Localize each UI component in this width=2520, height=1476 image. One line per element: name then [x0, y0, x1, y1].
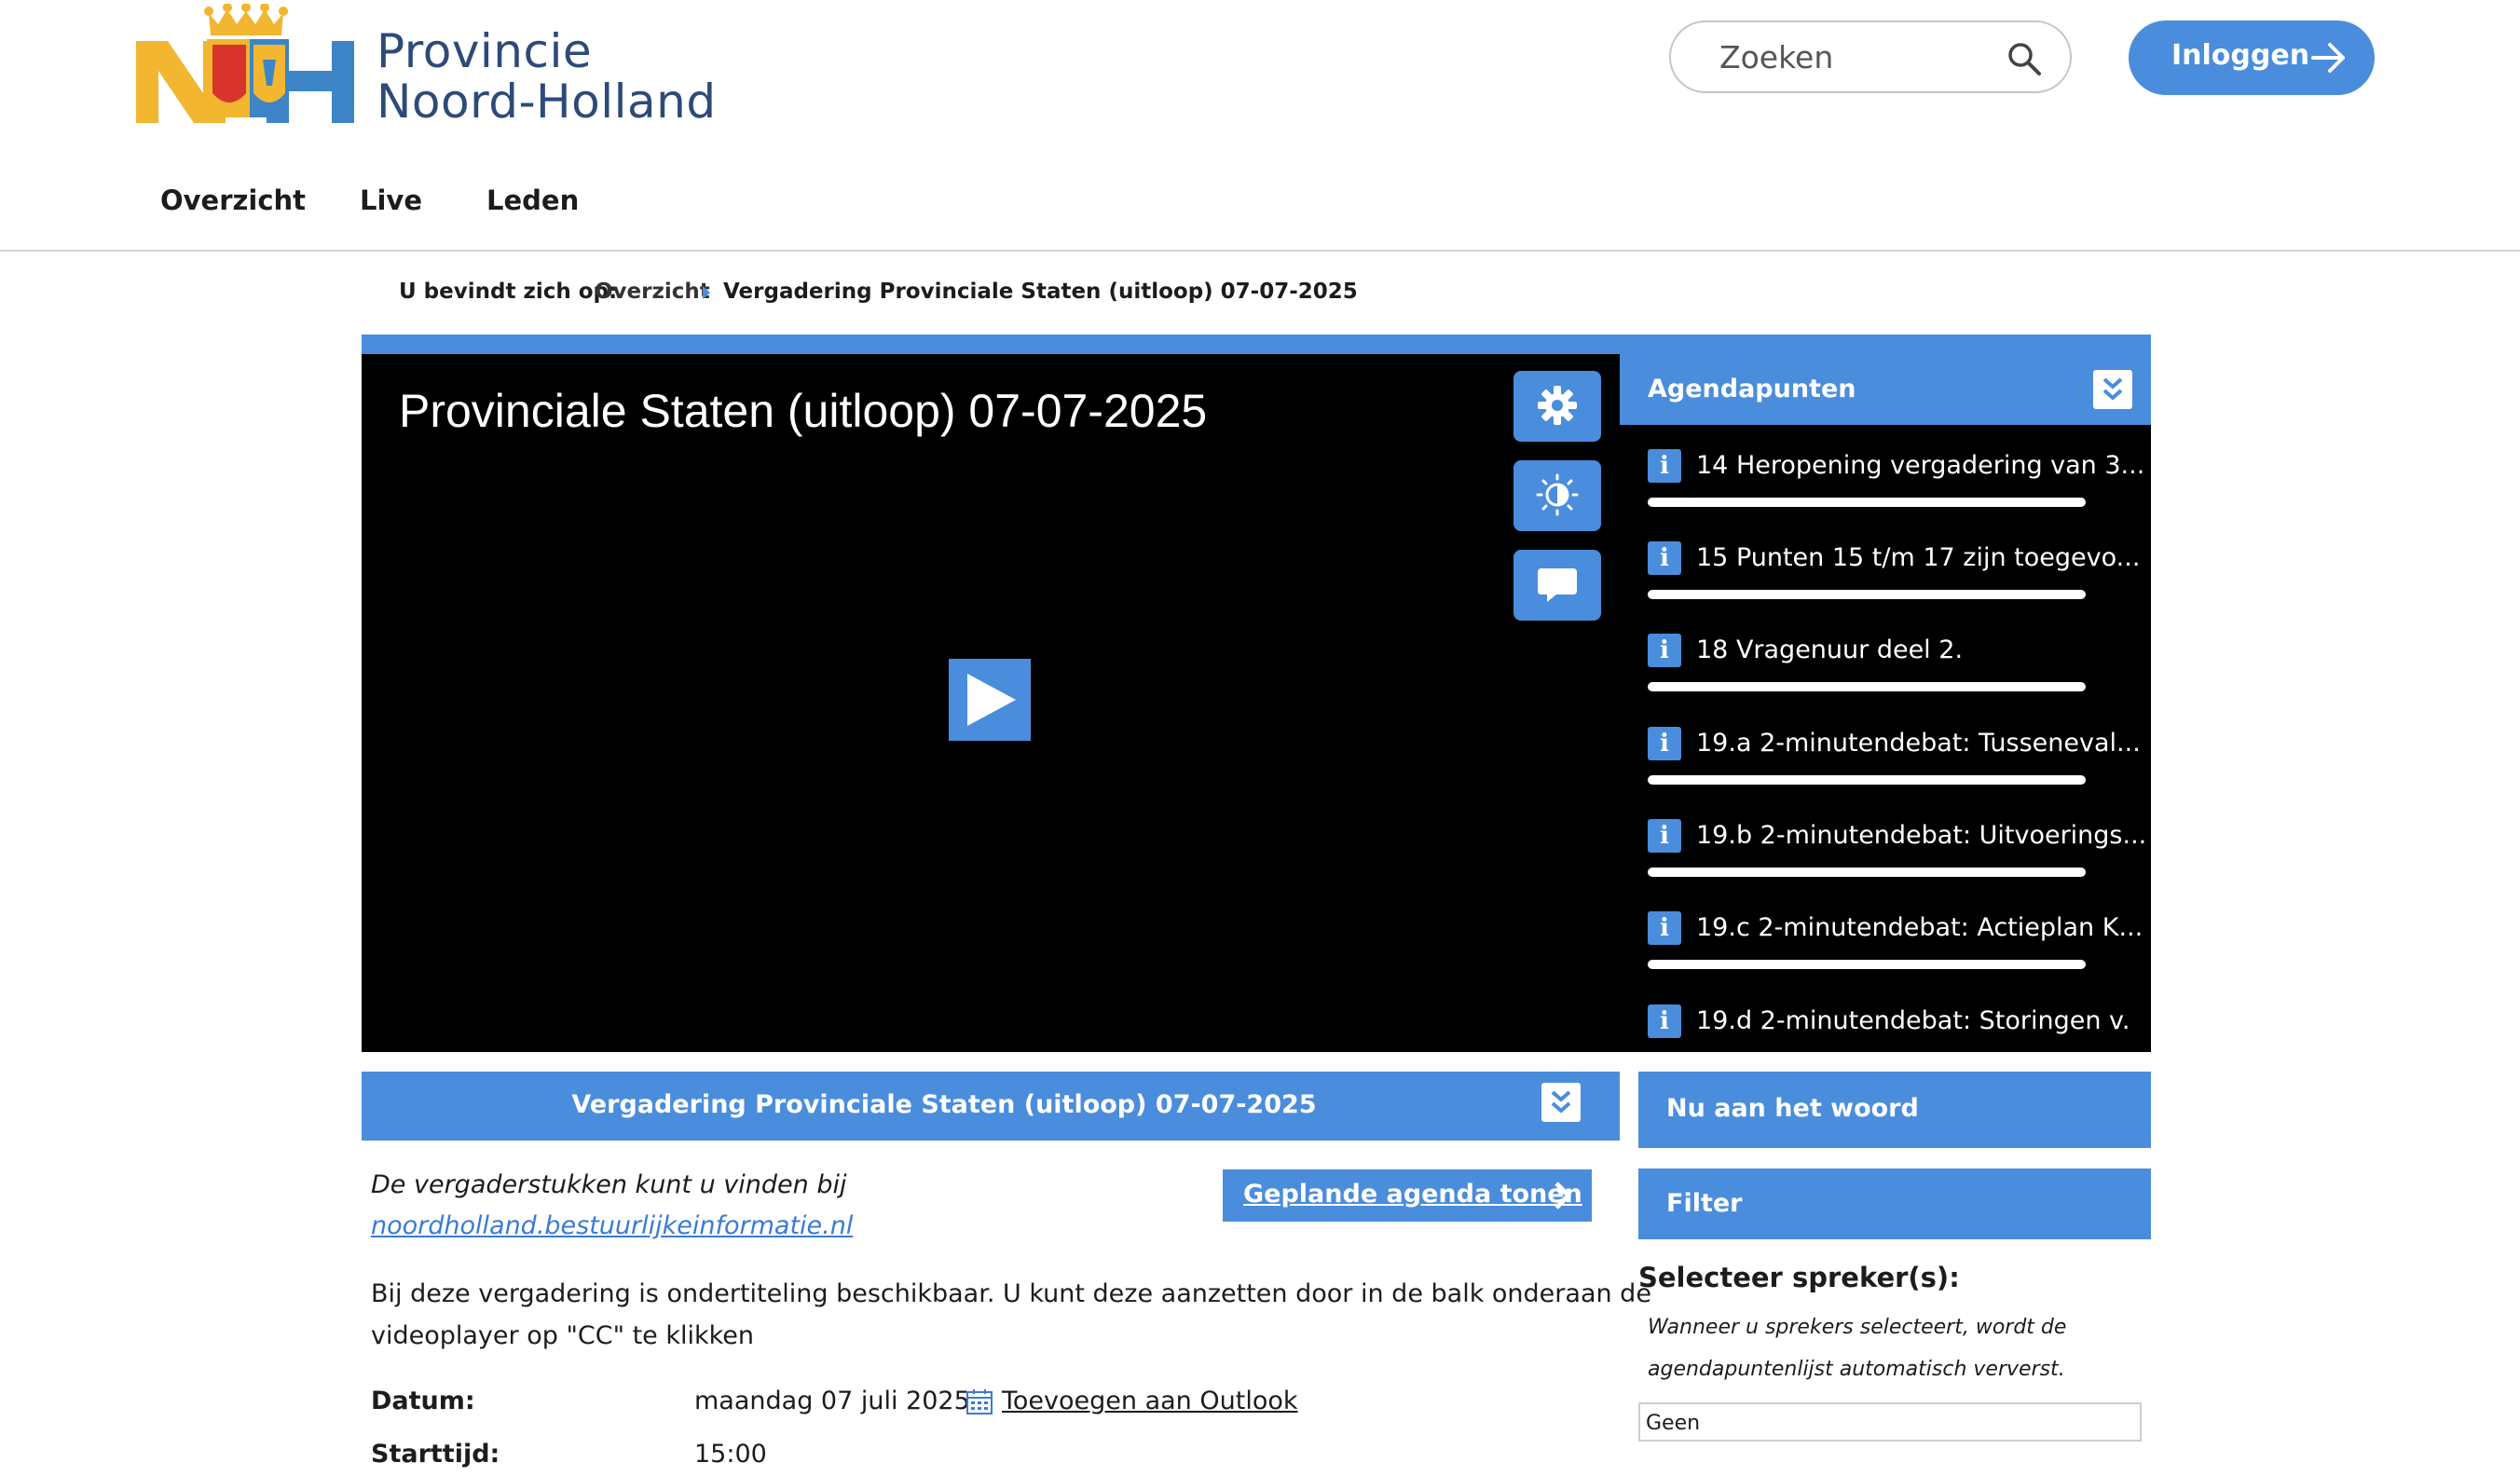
contrast-button[interactable] — [1513, 460, 1601, 531]
search-icon[interactable] — [2006, 41, 2042, 76]
info-icon[interactable]: i — [1648, 1004, 1681, 1038]
agenda-item-label: 14 Heropening vergadering van 3... — [1696, 451, 2145, 480]
docs-link[interactable]: noordholland.bestuurlijkeinformatie.nl — [371, 1211, 853, 1240]
agenda-item-progress — [1648, 498, 2086, 507]
filter-header[interactable]: Filter — [1638, 1168, 2151, 1239]
agenda-header[interactable]: Agendapunten — [1620, 354, 2151, 425]
date-value: maandag 07 juli 2025 — [694, 1387, 970, 1415]
agenda-item[interactable]: i 19.b 2-minutendebat: Uitvoerings... — [1648, 819, 2146, 912]
subtitle-info-line1: Bij deze vergadering is ondertiteling be… — [371, 1279, 1651, 1308]
brand-line-1: Provincie — [377, 24, 593, 78]
header-divider — [0, 250, 2520, 252]
agenda-item-progress — [1648, 682, 2086, 691]
nav-live[interactable]: Live — [360, 184, 422, 216]
play-icon — [967, 674, 1016, 726]
search-input[interactable]: Zoeken — [1669, 20, 2072, 93]
start-time-label: Starttijd: — [371, 1440, 500, 1469]
meeting-collapse-button[interactable] — [1541, 1083, 1581, 1122]
agenda-item-progress — [1648, 775, 2086, 785]
brand-line-2: Noord-Holland — [377, 75, 717, 129]
agenda-item-label: 15 Punten 15 t/m 17 zijn toegevo... — [1696, 543, 2141, 572]
agenda-collapse-button[interactable] — [2093, 370, 2132, 409]
gear-icon — [1538, 386, 1577, 425]
info-icon[interactable]: i — [1648, 911, 1681, 945]
info-icon[interactable]: i — [1648, 634, 1681, 667]
province-logo-image — [136, 3, 354, 123]
agenda-item[interactable]: i 19.a 2-minutendebat: Tusseneval... — [1648, 727, 2141, 820]
info-icon[interactable]: i — [1648, 541, 1681, 575]
speaker-hint-line1: Wanneer u sprekers selecteert, wordt de — [1648, 1316, 2067, 1339]
outlook-link[interactable]: Toevoegen aan Outlook — [1002, 1380, 1298, 1423]
agenda-item-label: 19.a 2-minutendebat: Tusseneval... — [1696, 729, 2141, 758]
breadcrumb-prefix: U bevindt zich op: — [399, 280, 618, 304]
agenda-item[interactable]: i 14 Heropening vergadering van 3... — [1648, 449, 2144, 542]
chat-button[interactable] — [1513, 550, 1601, 621]
chat-bubble-icon — [1538, 568, 1577, 602]
info-icon[interactable]: i — [1648, 449, 1681, 483]
meeting-title-bar[interactable]: Vergadering Provinciale Staten (uitloop)… — [362, 1072, 1620, 1141]
brand-name[interactable]: Provincie Noord-Holland — [377, 26, 717, 127]
info-icon[interactable]: i — [1648, 819, 1681, 853]
arrow-right-icon — [2311, 43, 2345, 73]
agenda-item[interactable]: i 19.d 2-minutendebat: Storingen v... — [1648, 1004, 2132, 1046]
agenda-item-progress — [1648, 868, 2086, 877]
now-speaking-header[interactable]: Nu aan het woord — [1638, 1072, 2151, 1148]
docs-text: De vergaderstukken kunt u vinden bij — [371, 1170, 847, 1199]
agenda-item[interactable]: i 19.c 2-minutendebat: Actieplan K... — [1648, 911, 2143, 1004]
agenda-title: Agendapunten — [1648, 375, 1856, 403]
breadcrumb-separator-icon — [703, 286, 710, 299]
nav-leden[interactable]: Leden — [486, 184, 579, 216]
meeting-title: Vergadering Provinciale Staten (uitloop)… — [571, 1090, 1317, 1119]
login-label: Inloggen — [2171, 39, 2310, 72]
filter-title: Filter — [1666, 1189, 1743, 1218]
nav-overzicht[interactable]: Overzicht — [160, 184, 306, 216]
agenda-item-progress — [1648, 960, 2086, 969]
agenda-item-label: 18 Vragenuur deel 2. — [1696, 636, 1964, 664]
planned-agenda-label: Geplande agenda tonen — [1243, 1180, 1582, 1209]
speaker-select-value: Geen — [1646, 1412, 1701, 1435]
info-icon[interactable]: i — [1648, 727, 1681, 760]
agenda-item[interactable]: i 15 Punten 15 t/m 17 zijn toegevo... — [1648, 541, 2140, 635]
agenda-item-label: 19.d 2-minutendebat: Storingen v... — [1696, 1006, 2132, 1035]
breadcrumb-current: Vergadering Provinciale Staten (uitloop)… — [723, 280, 1358, 304]
double-chevron-down-icon — [2102, 377, 2123, 401]
date-label: Datum: — [371, 1387, 475, 1415]
subtitle-info-line2: videoplayer op "CC" te klikken — [371, 1321, 755, 1350]
agenda-item[interactable]: i 18 Vragenuur deel 2. — [1648, 634, 2132, 727]
speaker-select[interactable]: Geen — [1638, 1402, 2142, 1442]
search-placeholder: Zoeken — [1719, 39, 1834, 75]
province-logo[interactable] — [136, 3, 360, 127]
video-title: Provinciale Staten (uitloop) 07-07-2025 — [399, 385, 1208, 437]
chevron-right-icon — [1554, 1182, 1571, 1210]
play-button[interactable] — [949, 659, 1031, 741]
brightness-icon — [1536, 473, 1579, 516]
agenda-item-label: 19.c 2-minutendebat: Actieplan K... — [1696, 913, 2143, 942]
start-time-value: 15:00 — [694, 1440, 767, 1469]
agenda-item-progress — [1648, 590, 2086, 599]
double-chevron-down-icon — [1551, 1090, 1571, 1114]
planned-agenda-button[interactable]: Geplande agenda tonen — [1223, 1169, 1592, 1222]
agenda-item-label: 19.b 2-minutendebat: Uitvoerings... — [1696, 821, 2147, 850]
speaker-hint-line2: agendapuntenlijst automatisch ververst. — [1648, 1358, 2065, 1381]
settings-button[interactable] — [1513, 371, 1601, 442]
breadcrumb-home[interactable]: Overzicht — [595, 280, 710, 304]
login-button[interactable]: Inloggen — [2129, 20, 2375, 95]
now-speaking-title: Nu aan het woord — [1666, 1094, 1919, 1123]
calendar-icon[interactable] — [966, 1387, 993, 1415]
select-speaker-label: Selecteer spreker(s): — [1638, 1262, 1960, 1293]
